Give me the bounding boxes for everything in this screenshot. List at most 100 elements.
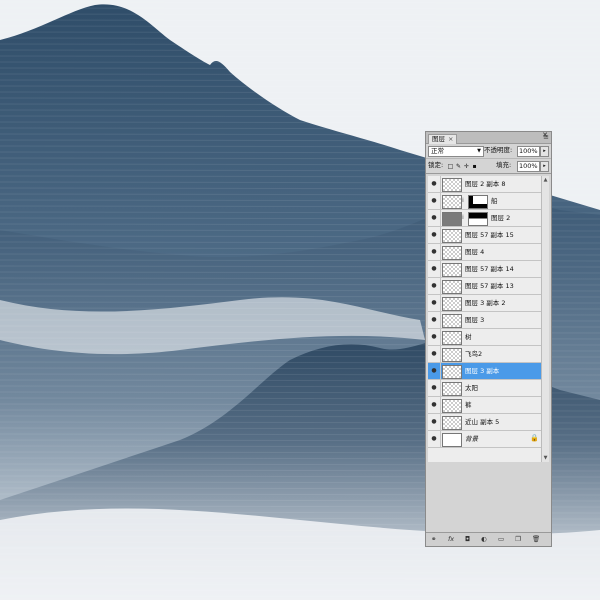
layer-row[interactable]: ● 树 bbox=[428, 329, 543, 346]
layer-name: 图层 3 副本 2 bbox=[465, 299, 506, 307]
layer-mask-thumbnail bbox=[468, 195, 488, 209]
eye-icon[interactable]: ● bbox=[428, 278, 441, 294]
layer-name: 图层 57 副本 14 bbox=[465, 265, 514, 273]
layer-row[interactable]: ● ⁞ 图层 2 bbox=[428, 210, 543, 227]
layer-thumbnail bbox=[442, 399, 462, 413]
lock-label: 锁定: bbox=[428, 161, 444, 169]
layer-thumbnail bbox=[442, 382, 462, 396]
panel-menu-icon[interactable]: ≡ bbox=[543, 133, 549, 142]
adjustment-layer-icon[interactable]: ◐ bbox=[481, 535, 487, 544]
layer-thumbnail bbox=[442, 365, 462, 379]
layer-row-selected[interactable]: ● 图层 3 副本 bbox=[428, 363, 543, 380]
delete-layer-icon[interactable]: 🗑 bbox=[532, 535, 540, 544]
layers-panel: 图层 × ✕ 正常 ▼ 不透明度: 100% ▸ ≡ 锁定: □ ✎ ✛ ▪ 填充: 1… bbox=[425, 131, 552, 547]
eye-icon[interactable]: ● bbox=[428, 397, 441, 413]
lock-all-icon[interactable]: ▪ bbox=[471, 163, 478, 170]
fill-label: 填充: bbox=[496, 161, 512, 169]
close-tab-icon[interactable]: × bbox=[448, 135, 453, 143]
layer-thumbnail bbox=[442, 212, 462, 226]
lock-transparency-icon[interactable]: □ bbox=[447, 163, 454, 170]
eye-icon[interactable]: ● bbox=[428, 210, 441, 226]
eye-icon[interactable]: ● bbox=[428, 380, 441, 396]
layer-row[interactable]: ● 飞鸟2 bbox=[428, 346, 543, 363]
layer-list: ● 图层 2 副本 8 ● ⁞ 船 ● ⁞ 图层 2 ● 图层 57 副本 15… bbox=[428, 176, 543, 462]
layer-name: 图层 4 bbox=[465, 248, 485, 256]
lock-position-icon[interactable]: ✛ bbox=[463, 163, 470, 170]
eye-icon[interactable]: ● bbox=[428, 329, 441, 345]
layer-name: 飞鸟2 bbox=[465, 350, 483, 358]
layer-list-scrollbar[interactable]: ▲ ▼ bbox=[541, 176, 549, 462]
fill-stepper-icon[interactable]: ▸ bbox=[540, 161, 549, 172]
layer-row[interactable]: ● 裤 bbox=[428, 397, 543, 414]
layer-thumbnail bbox=[442, 229, 462, 243]
lock-icons: □ ✎ ✛ ▪ bbox=[447, 162, 479, 170]
panel-footer: ⚭ fx ◘ ◐ ▭ ❐ 🗑 bbox=[426, 532, 551, 546]
layer-row[interactable]: ● 图层 57 副本 13 bbox=[428, 278, 543, 295]
add-mask-icon[interactable]: ◘ bbox=[465, 535, 470, 544]
layer-thumbnail bbox=[442, 195, 462, 209]
layer-name: 图层 3 bbox=[465, 316, 485, 324]
blend-mode-value: 正常 bbox=[431, 147, 444, 155]
eye-icon[interactable]: ● bbox=[428, 193, 441, 209]
layer-row[interactable]: ● 背景 🔒 bbox=[428, 431, 543, 448]
layer-row[interactable]: ● 图层 3 bbox=[428, 312, 543, 329]
layer-style-icon[interactable]: fx bbox=[448, 535, 454, 544]
link-layers-icon[interactable]: ⚭ bbox=[431, 535, 436, 544]
layer-row[interactable]: ● 图层 57 副本 14 bbox=[428, 261, 543, 278]
layer-row[interactable]: ● 近山 副本 5 bbox=[428, 414, 543, 431]
layer-row[interactable]: ● 图层 57 副本 15 bbox=[428, 227, 543, 244]
lock-fill-row: 锁定: □ ✎ ✛ ▪ 填充: 100% ▸ bbox=[426, 159, 551, 174]
eye-icon[interactable]: ● bbox=[428, 244, 441, 260]
layer-row[interactable]: ● 图层 2 副本 8 bbox=[428, 176, 543, 193]
layer-name: 裤 bbox=[465, 401, 472, 409]
opacity-label: 不透明度: bbox=[484, 146, 513, 154]
layer-row[interactable]: ● 图层 3 副本 2 bbox=[428, 295, 543, 312]
layer-thumbnail bbox=[442, 416, 462, 430]
layer-name: 图层 57 副本 15 bbox=[465, 231, 514, 239]
fill-input[interactable]: 100% bbox=[517, 161, 540, 172]
layer-thumbnail bbox=[442, 314, 462, 328]
blend-mode-select[interactable]: 正常 ▼ bbox=[428, 146, 484, 157]
link-icon: ⁞ bbox=[462, 197, 464, 204]
layer-name: 船 bbox=[491, 197, 498, 205]
layer-thumbnail bbox=[442, 297, 462, 311]
layer-mask-thumbnail bbox=[468, 212, 488, 226]
layer-row[interactable]: ● 太阳 bbox=[428, 380, 543, 397]
layer-thumbnail bbox=[442, 331, 462, 345]
layer-thumbnail bbox=[442, 433, 462, 447]
eye-icon[interactable]: ● bbox=[428, 431, 441, 447]
layer-name: 图层 3 副本 bbox=[465, 367, 500, 375]
layer-thumbnail bbox=[442, 348, 462, 362]
eye-icon[interactable]: ● bbox=[428, 312, 441, 328]
eye-icon[interactable]: ● bbox=[428, 346, 441, 362]
layer-name: 背景 bbox=[465, 435, 478, 443]
eye-icon[interactable]: ● bbox=[428, 227, 441, 243]
lock-icon: 🔒 bbox=[530, 434, 539, 442]
new-group-icon[interactable]: ▭ bbox=[498, 535, 504, 544]
layer-row[interactable]: ● ⁞ 船 bbox=[428, 193, 543, 210]
layer-name: 太阳 bbox=[465, 384, 478, 392]
chevron-down-icon: ▼ bbox=[477, 148, 481, 154]
link-icon: ⁞ bbox=[462, 214, 464, 221]
layer-thumbnail bbox=[442, 246, 462, 260]
scroll-down-icon[interactable]: ▼ bbox=[542, 454, 549, 462]
eye-icon[interactable]: ● bbox=[428, 414, 441, 430]
layer-name: 树 bbox=[465, 333, 472, 341]
new-layer-icon[interactable]: ❐ bbox=[515, 535, 521, 544]
layer-name: 图层 2 副本 8 bbox=[465, 180, 506, 188]
eye-icon[interactable]: ● bbox=[428, 176, 441, 192]
layer-row[interactable]: ● 图层 4 bbox=[428, 244, 543, 261]
layer-thumbnail bbox=[442, 178, 462, 192]
opacity-stepper-icon[interactable]: ▸ bbox=[540, 146, 549, 157]
blend-opacity-row: 正常 ▼ 不透明度: 100% ▸ ≡ bbox=[426, 133, 551, 159]
scroll-up-icon[interactable]: ▲ bbox=[542, 176, 549, 184]
eye-icon[interactable]: ● bbox=[428, 363, 441, 379]
eye-icon[interactable]: ● bbox=[428, 261, 441, 277]
tab-layers-label: 图层 bbox=[432, 135, 445, 143]
lock-pixels-icon[interactable]: ✎ bbox=[455, 163, 462, 170]
tab-layers[interactable]: 图层 × bbox=[428, 134, 458, 144]
opacity-input[interactable]: 100% bbox=[517, 146, 540, 157]
eye-icon[interactable]: ● bbox=[428, 295, 441, 311]
panel-titlebar: 图层 × ✕ bbox=[426, 131, 551, 144]
layer-thumbnail bbox=[442, 263, 462, 277]
